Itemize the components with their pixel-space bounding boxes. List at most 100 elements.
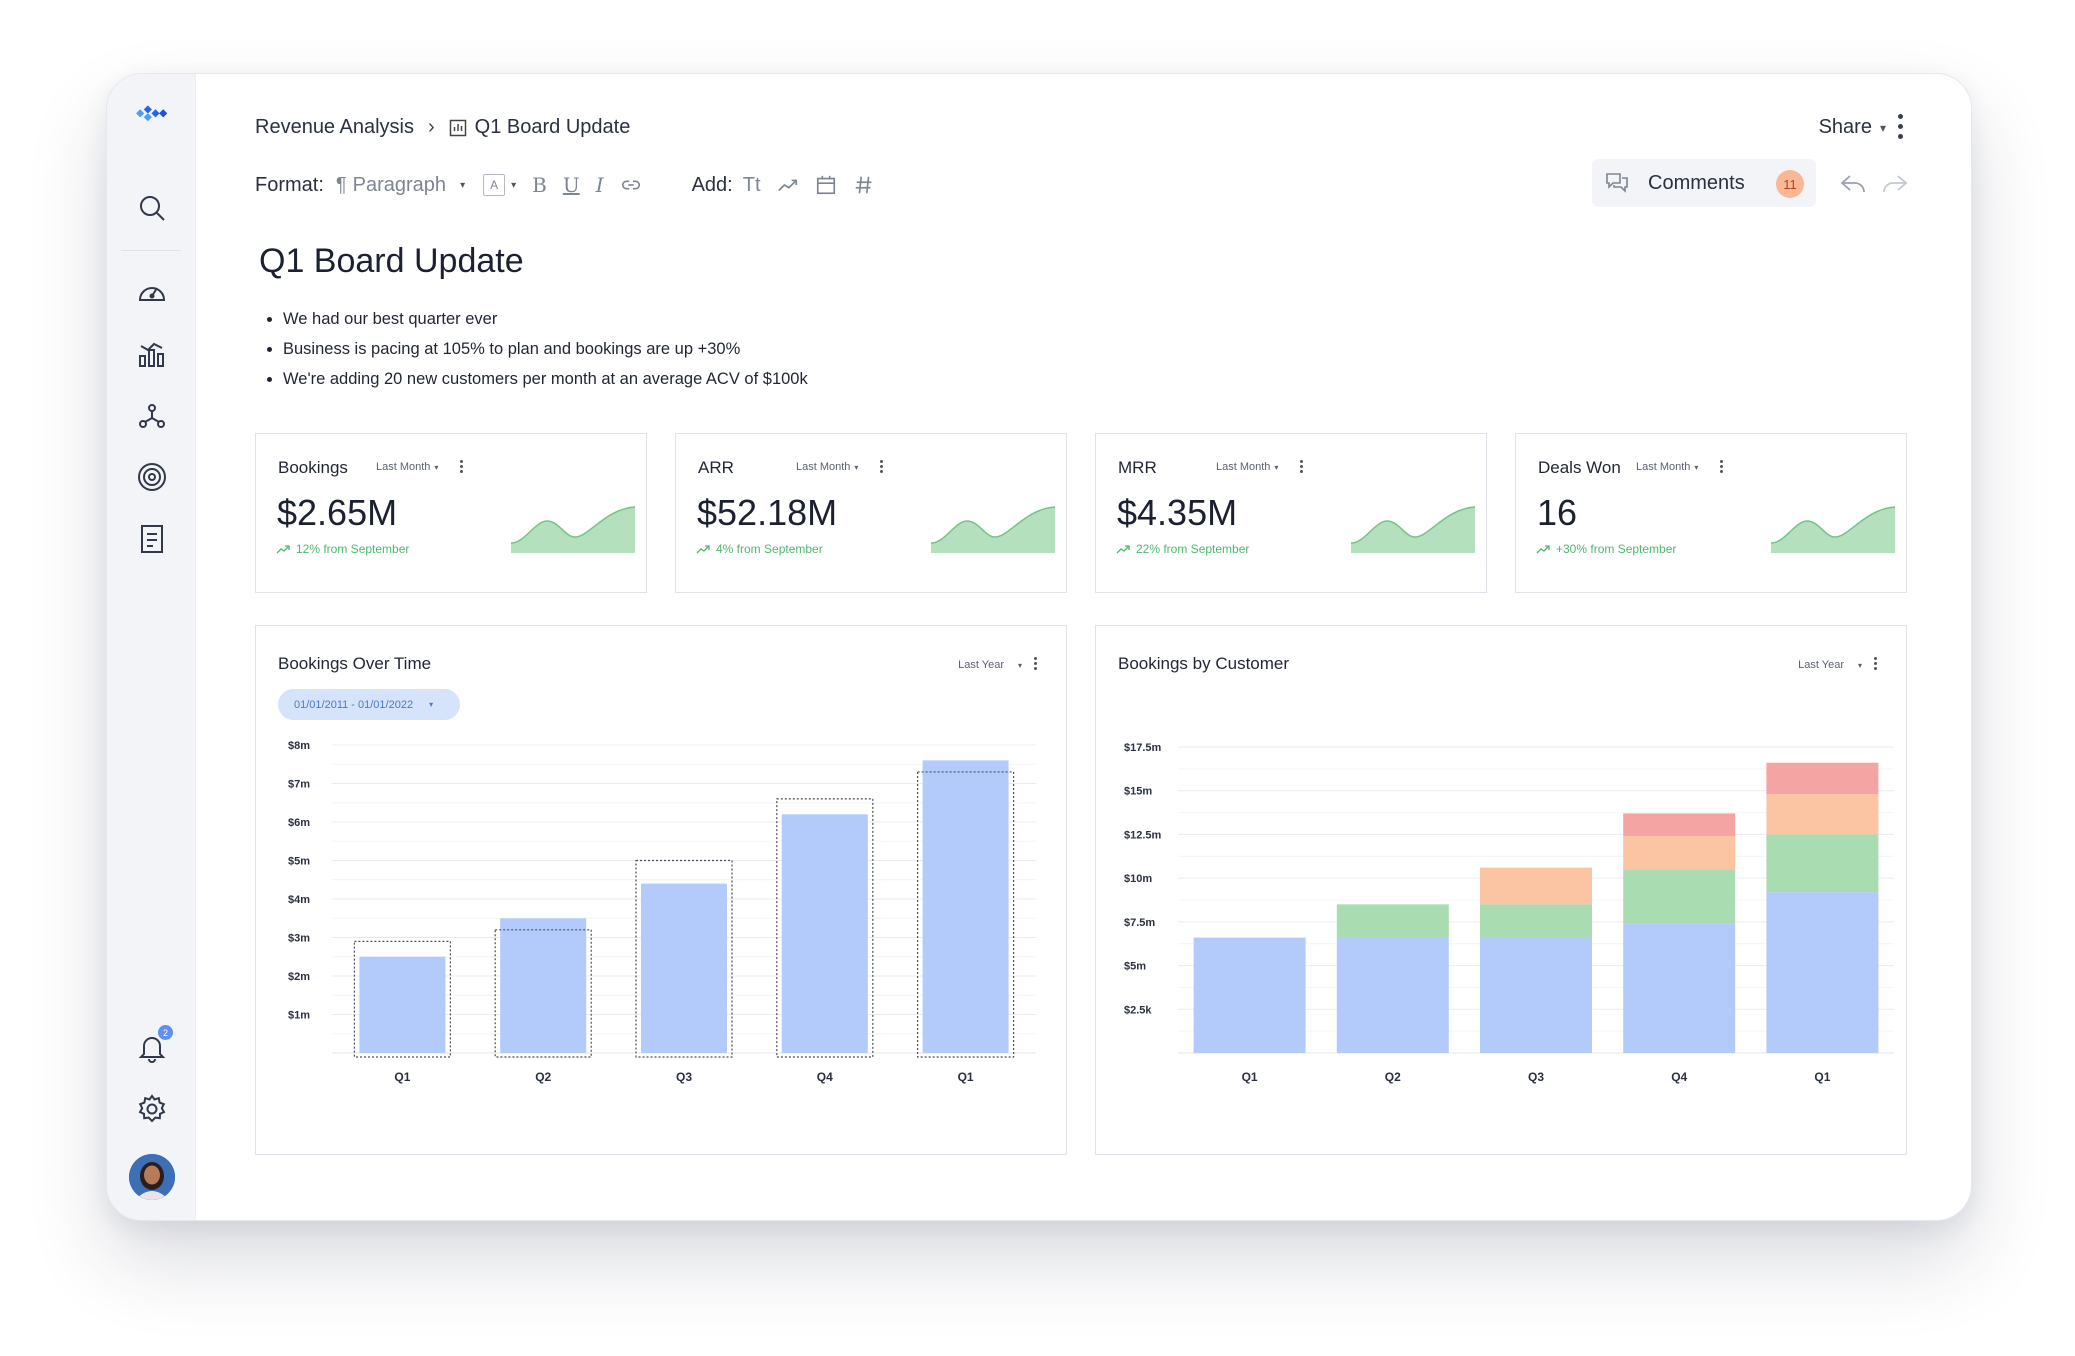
breadcrumb-parent[interactable]: Revenue Analysis — [255, 116, 414, 139]
chevron-down-icon: ▾ — [434, 463, 439, 472]
bar — [1336, 904, 1449, 938]
comments-button[interactable]: Comments 11 — [1592, 159, 1816, 207]
y-tick-label: $7m — [288, 779, 310, 791]
x-tick-label: Q4 — [817, 1070, 833, 1084]
kpi-card-bookings[interactable]: Bookings Last Month ▾ $2.65M 12% from Sep… — [255, 433, 647, 593]
share-label: Share — [1818, 116, 1872, 138]
y-tick-label: $10m — [1124, 873, 1152, 885]
kpi-delta: 22% from September — [1116, 542, 1249, 556]
kpi-value: $2.65M — [277, 492, 398, 533]
format-label: Format: — [255, 173, 324, 196]
target-icon[interactable] — [135, 460, 169, 494]
paragraph-label: Paragraph — [352, 173, 447, 196]
analytics-chart-icon[interactable] — [135, 337, 169, 371]
kpi-card-deals-won[interactable]: Deals Won Last Month ▾ 16 +30% from Septe… — [1515, 433, 1907, 593]
settings-gear-icon[interactable] — [135, 1092, 169, 1126]
dashboard-gauge-icon[interactable] — [135, 275, 169, 309]
kpi-sparkline — [511, 506, 635, 553]
font-size-icon: A — [483, 174, 506, 196]
bookings-by-customer-chart: $2.5k $5m $7.5m $10m $12.5m $15m $17.5m Q1 Q2 Q3 Q… — [1124, 742, 1894, 1084]
kpi-title: Bookings — [278, 458, 348, 477]
document-title[interactable]: Q1 Board Update — [259, 242, 524, 281]
add-text-button[interactable]: Tt — [743, 174, 761, 197]
document-icon[interactable] — [135, 522, 169, 556]
kpi-more-icon[interactable] — [1720, 460, 1724, 475]
y-tick-label: $1m — [288, 1010, 310, 1022]
kpi-sparkline — [1351, 506, 1475, 553]
search-icon[interactable] — [135, 191, 169, 225]
add-number-icon[interactable] — [853, 174, 875, 196]
notification-bell-icon[interactable]: 2 — [135, 1025, 173, 1065]
bar — [922, 760, 1009, 1053]
share-button[interactable]: Share ▾ — [1819, 116, 1886, 139]
bookings-over-time-panel: Bookings Over Time Last Year ▾ 01/01/2011… — [255, 625, 1067, 1155]
y-tick-label: $5m — [1124, 961, 1146, 973]
kpi-title: Deals Won — [1538, 458, 1621, 477]
app-window: 2 Revenue Analysis › Q1 Board Update Sha… — [106, 73, 1972, 1221]
kpi-delta: 4% from September — [696, 542, 823, 556]
main-content: Revenue Analysis › Q1 Board Update Share… — [196, 74, 1971, 1220]
summary-bullet-list: We had our best quarter ever Business is… — [259, 304, 808, 394]
trend-up-icon — [1116, 545, 1130, 554]
italic-button[interactable]: I — [596, 173, 604, 197]
bookings-over-time-chart: $1m $2m $3m $4m $5m $6m $7m $8m Q1 Q2 Q3 Q4 Q1 — [288, 740, 1036, 1084]
network-nodes-icon[interactable] — [135, 399, 169, 433]
kpi-value: $52.18M — [697, 492, 838, 533]
kpi-more-icon[interactable] — [460, 460, 464, 475]
bar — [1766, 834, 1879, 893]
breadcrumb: Revenue Analysis › Q1 Board Update — [255, 116, 630, 139]
sidebar-divider — [121, 250, 181, 251]
chevron-right-icon: › — [427, 116, 435, 138]
y-tick-label: $2m — [288, 971, 310, 983]
kpi-value: 16 — [1537, 492, 1578, 533]
kpi-period-dropdown[interactable]: Last Month ▾ — [1216, 461, 1278, 473]
report-icon — [449, 119, 467, 137]
bar — [1480, 937, 1592, 1053]
kpi-title: MRR — [1118, 458, 1157, 477]
chevron-down-icon: ▾ — [1274, 463, 1279, 472]
bar — [1623, 923, 1736, 1053]
y-tick-label: $17.5m — [1124, 742, 1162, 754]
x-tick-label: Q1 — [1814, 1070, 1830, 1084]
logo-icon[interactable] — [127, 96, 177, 130]
bar — [1623, 813, 1736, 837]
kpi-more-icon[interactable] — [880, 460, 884, 475]
pilcrow-icon: ¶ — [335, 173, 347, 196]
kpi-period-dropdown[interactable]: Last Month ▾ — [376, 461, 438, 473]
kpi-more-icon[interactable] — [1300, 460, 1304, 475]
user-avatar[interactable] — [129, 1154, 175, 1200]
bar — [1480, 867, 1592, 905]
link-icon[interactable] — [620, 174, 642, 196]
kpi-card-arr[interactable]: ARR Last Month ▾ $52.18M 4% from Septembe… — [675, 433, 1067, 593]
bold-button[interactable]: B — [532, 173, 547, 197]
x-tick-label: Q3 — [1528, 1070, 1544, 1084]
list-item[interactable]: Business is pacing at 105% to plan and b… — [259, 334, 808, 364]
font-size-dropdown[interactable]: A ▾ — [483, 174, 516, 196]
list-item[interactable]: We're adding 20 new customers per month … — [259, 364, 808, 394]
kpi-value: $4.35M — [1117, 492, 1238, 533]
add-label: Add: — [691, 173, 733, 196]
bar — [1766, 762, 1879, 795]
kpi-period-dropdown[interactable]: Last Month ▾ — [1636, 461, 1698, 473]
underline-button[interactable]: U — [563, 173, 580, 197]
paragraph-style-dropdown[interactable]: ¶ Paragraph ▾ — [336, 174, 465, 197]
y-tick-label: $3m — [288, 933, 310, 945]
bar — [359, 956, 446, 1053]
breadcrumb-current[interactable]: Q1 Board Update — [475, 116, 631, 139]
trend-up-icon — [276, 545, 290, 554]
add-date-icon[interactable] — [815, 174, 837, 196]
sidebar: 2 — [107, 74, 196, 1220]
bar — [781, 814, 868, 1053]
kpi-period-dropdown[interactable]: Last Month ▾ — [796, 461, 858, 473]
kpi-delta: 12% from September — [276, 542, 409, 556]
list-item[interactable]: We had our best quarter ever — [259, 304, 808, 334]
bar — [1766, 892, 1879, 1053]
kpi-sparkline — [1771, 506, 1895, 553]
redo-icon[interactable] — [1881, 170, 1909, 198]
more-options-icon[interactable] — [1896, 114, 1904, 144]
add-chart-icon[interactable] — [777, 174, 799, 196]
undo-icon[interactable] — [1839, 170, 1867, 198]
kpi-title: ARR — [698, 458, 734, 477]
y-tick-label: $15m — [1124, 786, 1152, 798]
kpi-card-mrr[interactable]: MRR Last Month ▾ $4.35M 22% from Septembe… — [1095, 433, 1487, 593]
